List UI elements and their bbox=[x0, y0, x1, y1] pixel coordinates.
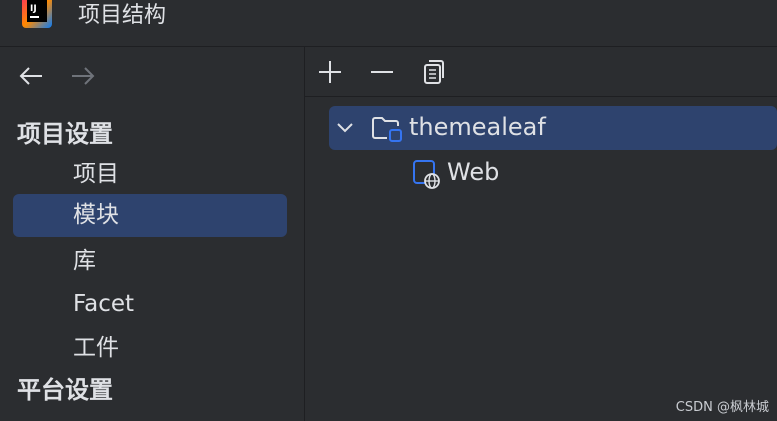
svg-text:IJ: IJ bbox=[30, 4, 37, 14]
tree-node-web[interactable]: Web bbox=[405, 150, 705, 194]
tree-node-label: Web bbox=[447, 158, 500, 186]
remove-icon[interactable] bbox=[367, 57, 397, 87]
sidebar-item-label: Facet bbox=[73, 291, 135, 317]
title-bar: IJ 项目结构 bbox=[0, 0, 777, 47]
section-header-project-settings: 项目设置 bbox=[17, 120, 113, 148]
add-icon[interactable] bbox=[315, 57, 345, 87]
tree-node-themealeaf[interactable]: themealeaf bbox=[329, 106, 777, 150]
chevron-down-icon[interactable] bbox=[335, 119, 355, 137]
sidebar-item-label: 库 bbox=[73, 248, 96, 274]
web-facet-icon bbox=[413, 160, 440, 189]
toolbar bbox=[305, 47, 777, 97]
back-arrow-icon[interactable] bbox=[16, 63, 46, 89]
main-panel: themealeaf Web bbox=[305, 47, 777, 421]
sidebar-item-project[interactable]: 项目 bbox=[13, 153, 287, 196]
sidebar-item-libraries[interactable]: 库 bbox=[13, 240, 287, 283]
sidebar: 项目设置 项目 模块 库 Facet 工件 平台设置 bbox=[0, 47, 305, 421]
window-title: 项目结构 bbox=[78, 3, 167, 28]
sidebar-item-facets[interactable]: Facet bbox=[13, 283, 287, 326]
sidebar-item-label: 项目 bbox=[73, 161, 119, 187]
sidebar-item-artifacts[interactable]: 工件 bbox=[13, 327, 287, 370]
sidebar-item-label: 工件 bbox=[73, 335, 119, 361]
forward-arrow-icon[interactable] bbox=[68, 63, 98, 89]
watermark: CSDN @枫林城 bbox=[675, 400, 769, 415]
module-folder-icon bbox=[372, 117, 402, 142]
sidebar-item-modules[interactable]: 模块 bbox=[13, 194, 287, 237]
copy-icon[interactable] bbox=[419, 57, 449, 87]
sidebar-item-label: 模块 bbox=[73, 202, 119, 228]
tree-node-label: themealeaf bbox=[409, 113, 546, 141]
section-header-platform-settings: 平台设置 bbox=[17, 376, 113, 404]
intellij-logo-icon: IJ bbox=[22, 0, 52, 28]
